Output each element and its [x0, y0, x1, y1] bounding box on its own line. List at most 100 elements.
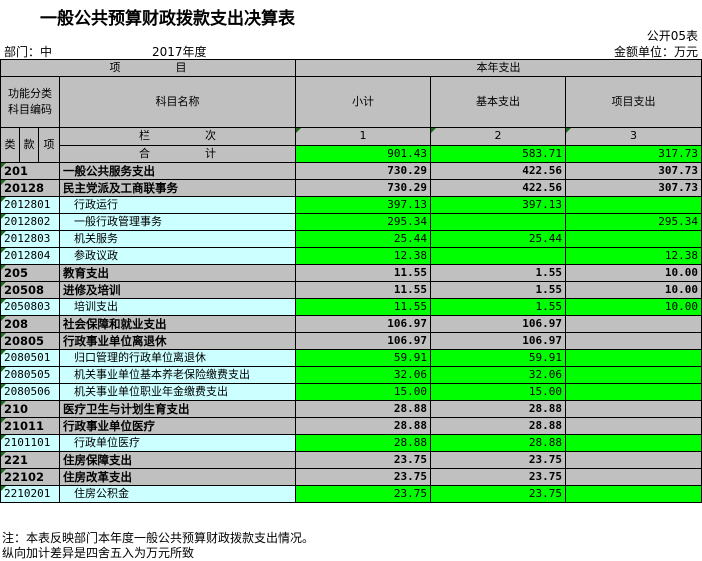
row-subtotal: 59.91	[295, 349, 431, 367]
row-code: 2012801	[0, 196, 60, 214]
form-number: 公开05表	[646, 29, 698, 43]
table-row: 2012801 行政运行 397.13 397.13	[0, 196, 702, 214]
row-basic: 28.88	[430, 417, 566, 435]
total-subtotal: 901.43	[295, 144, 431, 163]
row-name: 行政运行	[59, 196, 296, 214]
table-row: 205 教育支出 11.55 1.55 10.00	[0, 264, 702, 282]
budget-table: 项 目 本年支出 功能分类 科目编码 科目名称 小计 基本支出 项目支出 类 款…	[0, 59, 702, 503]
row-subtotal: 23.75	[295, 485, 431, 503]
year-label: 2017年度	[152, 45, 207, 59]
row-code: 208	[0, 315, 60, 333]
row-basic: 422.56	[430, 162, 566, 180]
header-project: 项目支出	[565, 76, 702, 128]
table-row: 20128 民主党派及工商联事务 730.29 422.56 307.73	[0, 179, 702, 197]
row-project	[565, 196, 702, 214]
row-name: 住房保障支出	[59, 451, 296, 469]
row-name: 医疗卫生与计划生育支出	[59, 400, 296, 418]
row-subtotal: 11.55	[295, 298, 431, 316]
header-basic: 基本支出	[430, 76, 566, 128]
header-this-year: 本年支出	[295, 59, 702, 77]
row-code: 2080506	[0, 383, 60, 401]
row-project: 10.00	[565, 264, 702, 282]
table-row: 2012804 参政议政 12.38 12.38	[0, 247, 702, 265]
table-row: 21011 行政事业单位医疗 28.88 28.88	[0, 417, 702, 435]
header-subtotal: 小计	[295, 76, 431, 128]
row-basic: 1.55	[430, 298, 566, 316]
row-basic	[430, 213, 566, 231]
row-basic: 1.55	[430, 281, 566, 299]
row-project	[565, 315, 702, 333]
row-subtotal: 23.75	[295, 451, 431, 469]
table-row: 22102 住房改革支出 23.75 23.75	[0, 468, 702, 486]
row-name: 培训支出	[59, 298, 296, 316]
row-basic: 32.06	[430, 366, 566, 384]
row-subtotal: 11.55	[295, 281, 431, 299]
header-lei: 类	[0, 127, 20, 163]
row-code: 201	[0, 162, 60, 180]
row-code: 221	[0, 451, 60, 469]
page-title: 一般公共预算财政拨款支出决算表	[40, 9, 295, 29]
row-name: 参政议政	[59, 247, 296, 265]
header-kuan: 款	[19, 127, 39, 163]
row-subtotal: 106.97	[295, 315, 431, 333]
row-project: 12.38	[565, 247, 702, 265]
row-code: 20508	[0, 281, 60, 299]
table-row: 201 一般公共服务支出 730.29 422.56 307.73	[0, 162, 702, 180]
row-project	[565, 468, 702, 486]
row-basic: 15.00	[430, 383, 566, 401]
row-project: 295.34	[565, 213, 702, 231]
row-subtotal: 730.29	[295, 162, 431, 180]
table-row: 210 医疗卫生与计划生育支出 28.88 28.88	[0, 400, 702, 418]
row-project: 307.73	[565, 179, 702, 197]
header-column-label: 栏 次	[59, 127, 296, 146]
row-code: 20805	[0, 332, 60, 350]
row-project	[565, 349, 702, 367]
header-col1: 1	[295, 127, 431, 146]
row-basic: 106.97	[430, 332, 566, 350]
table-row: 2012803 机关服务 25.44 25.44	[0, 230, 702, 248]
row-name: 一般行政管理事务	[59, 213, 296, 231]
row-name: 机关事业单位职业年金缴费支出	[59, 383, 296, 401]
row-code: 210	[0, 400, 60, 418]
department-label: 部门：中	[4, 45, 53, 59]
row-code: 2012804	[0, 247, 60, 265]
row-project	[565, 417, 702, 435]
row-name: 教育支出	[59, 264, 296, 282]
row-name: 一般公共服务支出	[59, 162, 296, 180]
row-basic: 25.44	[430, 230, 566, 248]
total-label: 合 计	[59, 144, 296, 163]
row-subtotal: 106.97	[295, 332, 431, 350]
row-subtotal: 25.44	[295, 230, 431, 248]
row-basic: 59.91	[430, 349, 566, 367]
row-subtotal: 23.75	[295, 468, 431, 486]
row-name: 机关服务	[59, 230, 296, 248]
row-project	[565, 434, 702, 452]
row-project	[565, 366, 702, 384]
row-subtotal: 397.13	[295, 196, 431, 214]
table-row: 2080501 归口管理的行政单位离退休 59.91 59.91	[0, 349, 702, 367]
table-row: 2080505 机关事业单位基本养老保险缴费支出 32.06 32.06	[0, 366, 702, 384]
row-code: 20128	[0, 179, 60, 197]
row-code: 22102	[0, 468, 60, 486]
row-subtotal: 32.06	[295, 366, 431, 384]
row-basic: 23.75	[430, 485, 566, 503]
row-name: 住房改革支出	[59, 468, 296, 486]
table-row: 2210201 住房公积金 23.75 23.75	[0, 485, 702, 503]
row-basic: 397.13	[430, 196, 566, 214]
row-name: 归口管理的行政单位离退休	[59, 349, 296, 367]
unit-label: 金额单位：万元	[613, 45, 698, 59]
table-row: 221 住房保障支出 23.75 23.75	[0, 451, 702, 469]
table-row: 20805 行政事业单位离退休 106.97 106.97	[0, 332, 702, 350]
row-name: 机关事业单位基本养老保险缴费支出	[59, 366, 296, 384]
row-basic: 23.75	[430, 451, 566, 469]
row-name: 行政事业单位医疗	[59, 417, 296, 435]
row-code: 2012803	[0, 230, 60, 248]
row-code: 2050803	[0, 298, 60, 316]
row-basic: 1.55	[430, 264, 566, 282]
row-code: 2080505	[0, 366, 60, 384]
header-col2: 2	[430, 127, 566, 146]
row-subtotal: 28.88	[295, 434, 431, 452]
header-func-code: 功能分类 科目编码	[0, 76, 60, 128]
row-basic	[430, 247, 566, 265]
row-project: 10.00	[565, 281, 702, 299]
